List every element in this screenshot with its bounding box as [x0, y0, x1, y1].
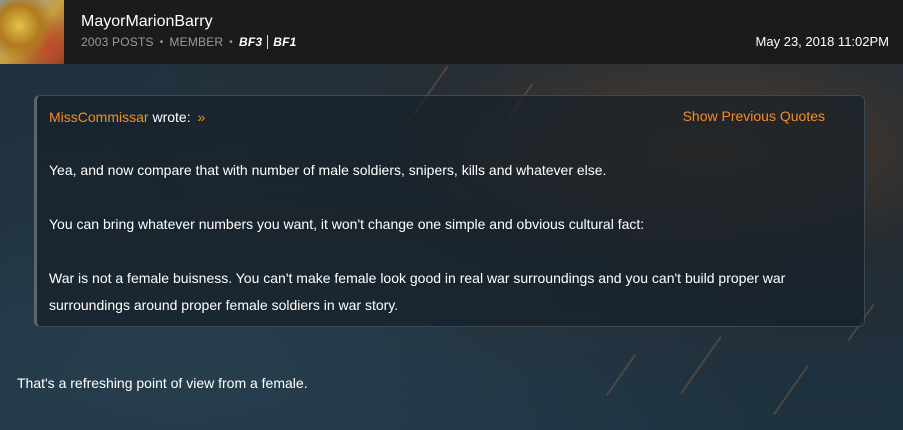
- game-divider: [267, 35, 269, 49]
- wrote-label: wrote:: [152, 109, 191, 125]
- post-timestamp[interactable]: May 23, 2018 11:02PM: [756, 34, 889, 49]
- quote-paragraph: You can bring whatever numbers you want,…: [49, 216, 645, 232]
- quote-header: MissCommissar wrote: »: [49, 109, 205, 125]
- game-badge-bf1[interactable]: BF1: [273, 35, 296, 49]
- reply-text: That's a refreshing point of view from a…: [17, 375, 308, 391]
- quote-paragraph: Yea, and now compare that with number of…: [49, 162, 607, 178]
- avatar[interactable]: [0, 0, 64, 64]
- show-previous-quotes-button[interactable]: Show Previous Quotes: [683, 108, 825, 124]
- game-badge-bf3[interactable]: BF3: [239, 35, 262, 49]
- username[interactable]: MayorMarionBarry: [81, 13, 213, 31]
- user-meta: 2003 POSTS • MEMBER • BF3 BF1: [81, 35, 297, 49]
- background-streak: [605, 353, 637, 397]
- jump-to-quote-icon[interactable]: »: [197, 109, 205, 125]
- post-header: MayorMarionBarry 2003 POSTS • MEMBER • B…: [0, 0, 903, 64]
- quote-paragraph: War is not a female buisness. You can't …: [49, 270, 786, 313]
- user-role: MEMBER: [169, 35, 224, 49]
- separator-dot: •: [159, 36, 164, 48]
- background-streak: [772, 364, 810, 416]
- separator-dot: •: [229, 36, 233, 48]
- quote-author-link[interactable]: MissCommissar: [49, 109, 149, 125]
- quote-block: MissCommissar wrote: » Show Previous Quo…: [34, 95, 865, 327]
- background-streak: [680, 335, 722, 395]
- post-count: 2003 POSTS: [81, 35, 154, 49]
